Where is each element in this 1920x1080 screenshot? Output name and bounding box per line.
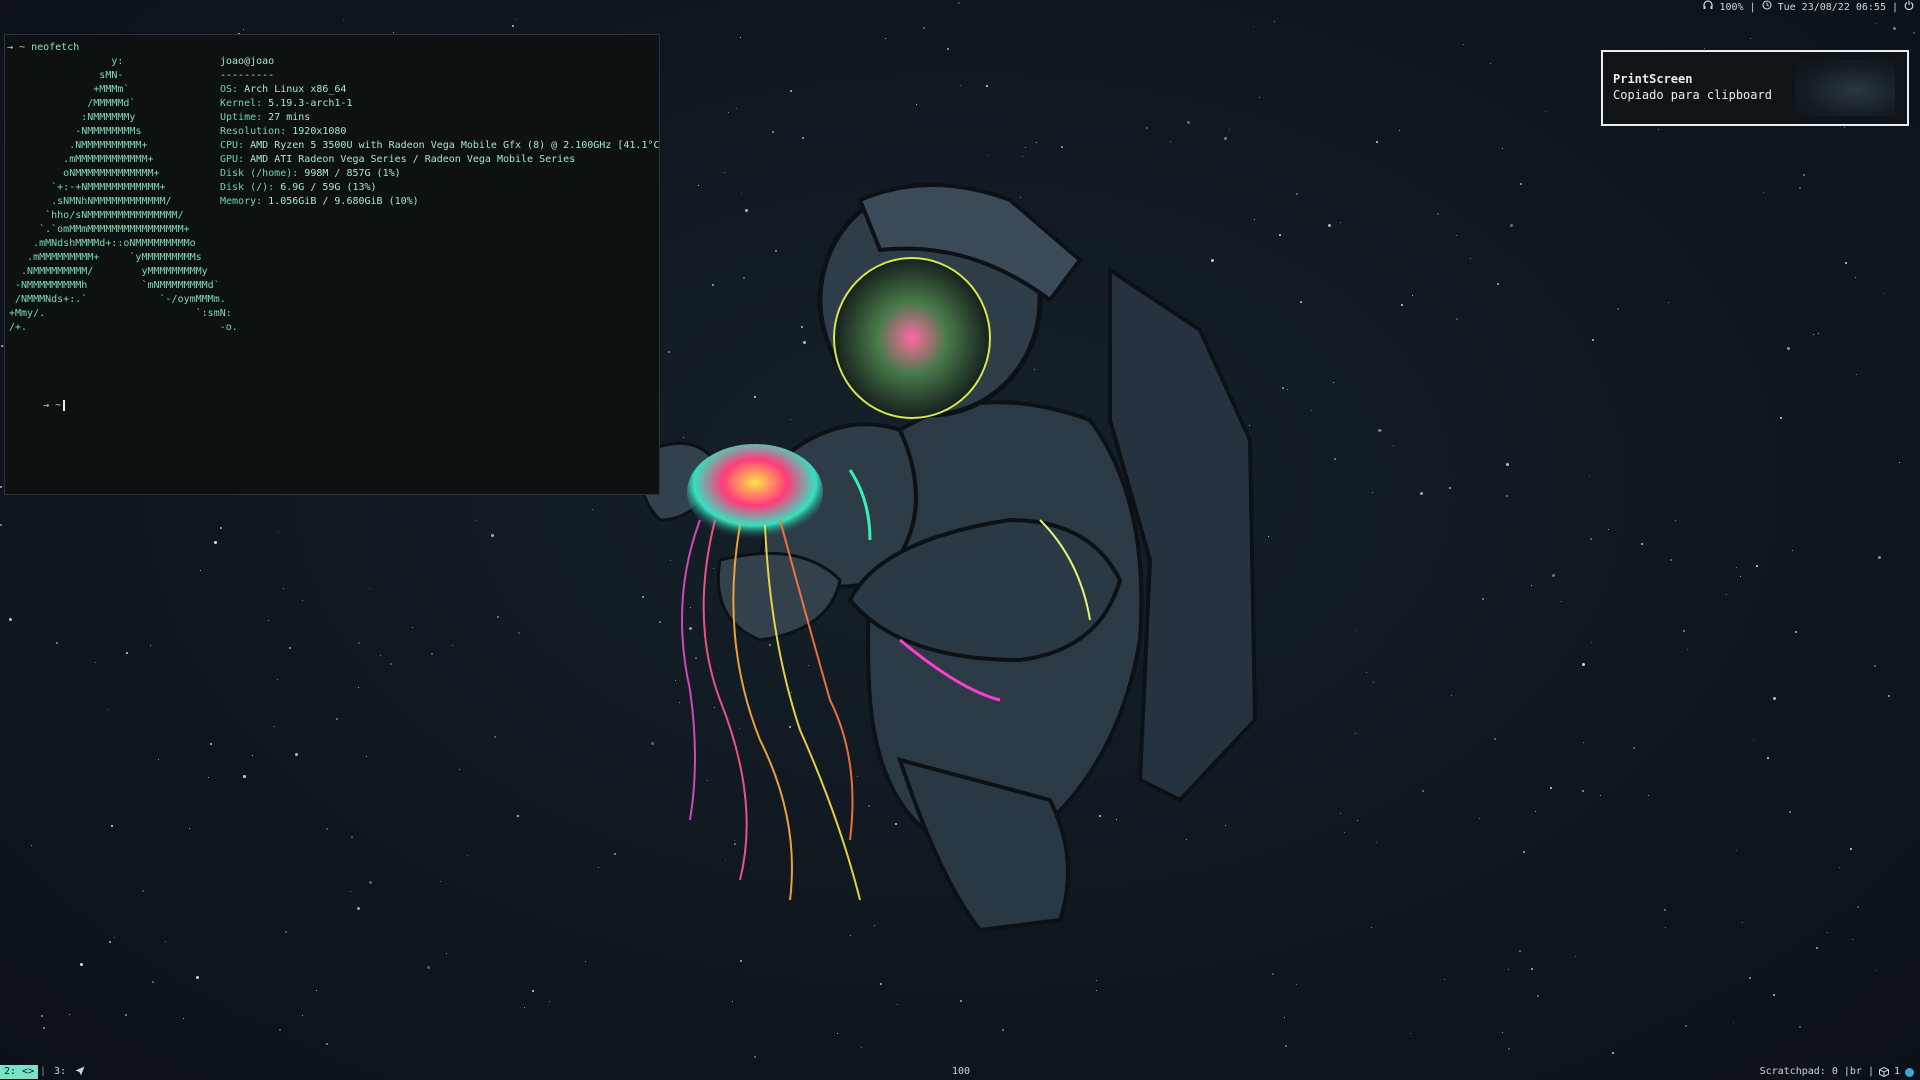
scratchpad-indicator[interactable]: Scratchpad: 0 |br | [1760, 1064, 1874, 1080]
system-info-value: AMD ATI Radeon Vega Series / Radeon Vega… [250, 154, 576, 165]
system-info-key: Memory [220, 196, 257, 207]
topbar-separator-2: | [1891, 2, 1898, 13]
clock-icon [1762, 0, 1772, 16]
system-info-row: Resolution: 1920x1080 [220, 125, 659, 139]
system-info-key: GPU [220, 154, 239, 165]
workspace-3-label: 3: [54, 1066, 67, 1077]
bottombar-right-group: Scratchpad: 0 |br | 1 [1760, 1064, 1914, 1080]
terminal-command-line: → ~ neofetch [7, 42, 80, 53]
ascii-art-line: /+. -o. [9, 322, 238, 333]
ascii-art-line: `hho/sNMMMMMMMMMMMMMMM/ [9, 210, 184, 221]
ascii-art-line: /MMMMMd` [9, 98, 136, 109]
ascii-art-line: `.`omMMmMMMMMMMMMMMMMMMM+ [9, 224, 190, 235]
ascii-art-line: .NMMMMMMMMM/ yMMMMMMMMMy [9, 266, 208, 277]
system-info-value: 1.056GiB / 9.680GiB (10%) [268, 196, 419, 207]
topbar-right-group: 100% | Tue 23/08/22 06:55 | [1703, 0, 1914, 16]
system-info-row: CPU: AMD Ryzen 5 3500U with Radeon Vega … [220, 139, 660, 153]
system-info-row: Disk (/): 6.9G / 59G (13%) [220, 181, 659, 195]
ascii-art-line: .sNMNhNMMMMMMMMMMMM/ [9, 196, 172, 207]
user-host-underline: --------- [220, 70, 275, 81]
ascii-art-line: .mMMMMMMMMMMMM+ [9, 154, 154, 165]
system-info-colon: : [256, 98, 269, 109]
screenshot-thumbnail [1795, 60, 1895, 116]
power-icon[interactable] [1904, 0, 1914, 16]
system-info-key: Kernel [220, 98, 257, 109]
system-info-row: Memory: 1.056GiB / 9.680GiB (10%) [220, 195, 659, 209]
system-info-block: joao@joao --------- OS: Arch Linux x86_6… [220, 55, 659, 207]
volume-level[interactable]: 100% [1719, 0, 1743, 16]
system-info-value: 27 mins [268, 112, 311, 123]
system-info-row: OS: Arch Linux x86_64 [220, 83, 659, 97]
datetime[interactable]: Tue 23/08/22 06:55 [1778, 0, 1886, 16]
system-info-value: AMD Ryzen 5 3500U with Radeon Vega Mobil… [250, 140, 660, 151]
ascii-art-line: .mMMMMMMMMM+ `yMMMMMMMMMs [9, 252, 202, 263]
system-info-colon: : [256, 112, 269, 123]
ascii-art-line: .NMMMMMMMMMM+ [9, 140, 148, 151]
system-info-key: Disk (/home) [220, 168, 293, 179]
topbar-separator: | [1749, 2, 1756, 13]
desktop-wallpaper: - 100% | Tue 23/08/22 06:55 | → ~ neofet… [0, 0, 1920, 1080]
user-host: joao@joao [220, 56, 275, 67]
system-info-value: 6.9G / 59G (13%) [280, 182, 377, 193]
ascii-art-line: -NMMMMMMMMMh `mNMMMMMMMMd` [9, 280, 220, 291]
ascii-art-line: sMN- [9, 70, 124, 81]
system-info-colon: : [280, 126, 293, 137]
ascii-art-line: oNMMMMMMMMMMMMM+ [9, 168, 160, 179]
system-info-row: GPU: AMD ATI Radeon Vega Series / Radeon… [220, 153, 659, 167]
system-info-row: Uptime: 27 mins [220, 111, 659, 125]
topbar-center-mark: - [956, 0, 963, 9]
system-info-rows: OS: Arch Linux x86_64 Kernel: 5.19.3-arch… [220, 83, 659, 207]
system-info-key: Resolution [220, 126, 281, 137]
ascii-art-line: y: [9, 56, 124, 67]
arch-ascii-logo: y: sMN- +MMMm` /MMMMMd` :NMMMMMMy -NMMMM… [9, 55, 238, 335]
terminal-prompt[interactable]: → ~ [7, 385, 66, 427]
notification-title: PrintScreen [1613, 72, 1693, 86]
package-icon[interactable] [1878, 1067, 1889, 1077]
system-info-row: Kernel: 5.19.3-arch1-1 [220, 97, 659, 111]
ascii-art-line: `+:-+NMMMMMMMMMMMM+ [9, 182, 166, 193]
bottom-status-bar: 2: <> | 3: 100 Scratchpad: 0 |br | 1 [0, 1064, 1920, 1080]
bottombar-count: 1 [1893, 1066, 1900, 1077]
system-info-colon: : [256, 196, 269, 207]
ascii-art-line: /NMMMNds+:.` `-/oymMMMm. [9, 294, 226, 305]
system-info-key: Disk (/) [220, 182, 269, 193]
notification-popup[interactable]: PrintScreen Copiado para clipboard [1601, 50, 1909, 126]
ascii-art-line: .mMNdshMMMMd+::oNMMMMMMMMMo [9, 238, 196, 249]
system-info-colon: : [268, 182, 281, 193]
ascii-art-line: +MMMm` [9, 84, 130, 95]
ascii-art-line: +Mmy/. `:smN: [9, 308, 232, 319]
terminal-window[interactable]: → ~ neofetch y: sMN- +MMMm` /MMMMMd` :NM… [4, 34, 660, 495]
send-icon [75, 1066, 85, 1076]
system-info-colon: : [232, 84, 245, 95]
workspace-separator: | [40, 1066, 47, 1077]
system-info-colon: : [292, 168, 305, 179]
system-info-colon: : [238, 154, 251, 165]
system-info-value: Arch Linux x86_64 [244, 84, 347, 95]
system-info-value: 1920x1080 [292, 126, 347, 137]
system-info-value: 998M / 857G (1%) [304, 168, 401, 179]
bottombar-center-value: 100 [952, 1066, 971, 1077]
top-status-bar: - 100% | Tue 23/08/22 06:55 | [0, 0, 1920, 16]
system-info-key: CPU [220, 140, 239, 151]
system-info-row: Disk (/home): 998M / 857G (1%) [220, 167, 659, 181]
workspace-2-active[interactable]: 2: <> [0, 1065, 39, 1079]
headphones-icon[interactable] [1703, 0, 1714, 16]
prompt-text: → ~ [43, 400, 62, 411]
system-info-colon: : [238, 140, 251, 151]
ascii-art-line: -NMMMMMMMMs [9, 126, 142, 137]
system-info-key: Uptime [220, 112, 257, 123]
text-cursor [63, 399, 66, 411]
status-dot-icon[interactable] [1905, 1067, 1914, 1077]
notification-body: Copiado para clipboard [1613, 88, 1772, 102]
system-info-key: OS [220, 84, 233, 95]
ascii-art-line: :NMMMMMMy [9, 112, 136, 123]
system-info-value: 5.19.3-arch1-1 [268, 98, 353, 109]
workspace-3[interactable]: 3: [54, 1064, 85, 1080]
